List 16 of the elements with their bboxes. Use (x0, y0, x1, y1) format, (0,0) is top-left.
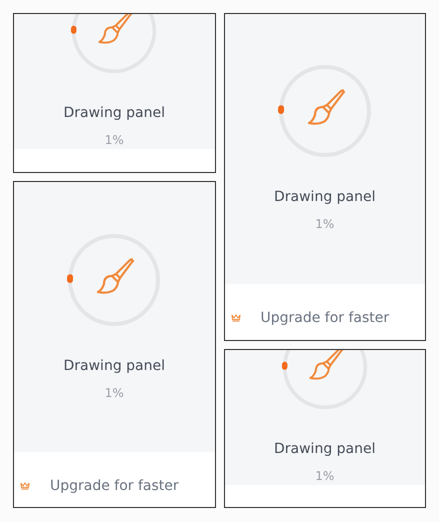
panel-title: Drawing panel (274, 440, 376, 459)
panel-title: Drawing panel (274, 188, 376, 207)
paintbrush-icon (97, 258, 134, 294)
progress-text: 1% (104, 385, 124, 402)
upgrade-link[interactable]: Upgrade for faster (260, 310, 390, 326)
crown-icon (230, 314, 240, 322)
panel-title: Drawing panel (63, 104, 165, 123)
progress-text: 1% (104, 132, 124, 149)
upgrade-link[interactable]: Upgrade for faster (50, 478, 179, 494)
paintbrush-icon (98, 14, 133, 44)
paintbrush-icon (309, 350, 344, 380)
crown-icon (20, 482, 30, 490)
panel-title: Drawing panel (63, 357, 165, 376)
progress-text: 1% (315, 468, 334, 485)
progress-text: 1% (315, 216, 334, 233)
paintbrush-icon (308, 89, 345, 125)
